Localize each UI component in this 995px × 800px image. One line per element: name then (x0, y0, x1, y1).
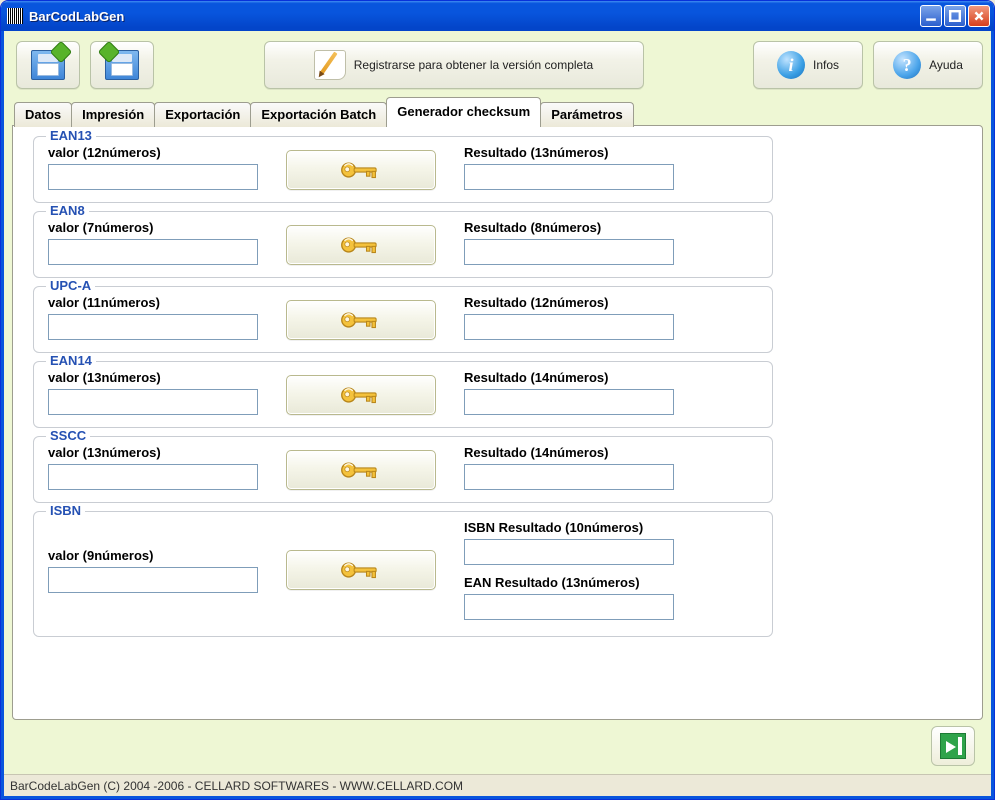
tab-panel-checksum: EAN13 valor (12números) Resultado (13núm… (12, 125, 983, 720)
ean13-result-input[interactable] (464, 164, 674, 190)
group-ean13: EAN13 valor (12números) Resultado (13núm… (33, 136, 773, 203)
isbn-valor-input[interactable] (48, 567, 258, 593)
help-button[interactable]: ? Ayuda (873, 41, 983, 89)
tab-datos[interactable]: Datos (14, 102, 72, 127)
group-title-isbn: ISBN (46, 503, 85, 518)
key-icon (339, 559, 383, 581)
key-icon (339, 234, 383, 256)
ean14-result-input[interactable] (464, 389, 674, 415)
group-title-ean14: EAN14 (46, 353, 96, 368)
infos-button[interactable]: i Infos (753, 41, 863, 89)
ean13-compute-button[interactable] (286, 150, 436, 190)
group-title-upca: UPC-A (46, 278, 95, 293)
key-icon (339, 459, 383, 481)
tabstrip: Datos Impresión Exportación Exportación … (12, 97, 983, 126)
maximize-button[interactable] (944, 5, 966, 27)
ean14-result-label: Resultado (14números) (464, 370, 674, 385)
upca-compute-button[interactable] (286, 300, 436, 340)
key-icon (339, 159, 383, 181)
ean8-valor-label: valor (7números) (48, 220, 258, 235)
window-title: BarCodLabGen (29, 9, 920, 24)
upca-valor-label: valor (11números) (48, 295, 258, 310)
exit-icon (940, 733, 966, 759)
isbn-compute-button[interactable] (286, 550, 436, 590)
upca-result-input[interactable] (464, 314, 674, 340)
ean8-valor-input[interactable] (48, 239, 258, 265)
group-title-sscc: SSCC (46, 428, 90, 443)
tab-generador-checksum[interactable]: Generador checksum (386, 97, 541, 126)
main-toolbar: Registrarse para obtener la versión comp… (12, 37, 983, 97)
titlebar: BarCodLabGen (1, 1, 994, 31)
info-icon: i (777, 51, 805, 79)
minimize-button[interactable] (920, 5, 942, 27)
isbn-valor-label: valor (9números) (48, 548, 258, 563)
sscc-result-label: Resultado (14números) (464, 445, 674, 460)
isbn-result-label: ISBN Resultado (10números) (464, 520, 674, 535)
client-area: Registrarse para obtener la versión comp… (1, 31, 994, 799)
app-window: BarCodLabGen (0, 0, 995, 800)
sscc-compute-button[interactable] (286, 450, 436, 490)
help-label: Ayuda (929, 58, 963, 72)
upca-valor-input[interactable] (48, 314, 258, 340)
status-text: BarCodeLabGen (C) 2004 -2006 - CELLARD S… (10, 779, 463, 793)
key-icon (339, 309, 383, 331)
group-title-ean8: EAN8 (46, 203, 89, 218)
isbn-result-input[interactable] (464, 539, 674, 565)
register-label: Registrarse para obtener la versión comp… (354, 58, 593, 72)
exit-button[interactable] (931, 726, 975, 766)
ean8-result-input[interactable] (464, 239, 674, 265)
ean13-valor-label: valor (12números) (48, 145, 258, 160)
ean14-valor-label: valor (13números) (48, 370, 258, 385)
sscc-valor-label: valor (13números) (48, 445, 258, 460)
statusbar: BarCodeLabGen (C) 2004 -2006 - CELLARD S… (4, 774, 991, 796)
open-button[interactable] (16, 41, 80, 89)
help-icon: ? (893, 51, 921, 79)
pencil-note-icon (314, 50, 346, 80)
sscc-valor-input[interactable] (48, 464, 258, 490)
register-button[interactable]: Registrarse para obtener la versión comp… (264, 41, 644, 89)
ean14-compute-button[interactable] (286, 375, 436, 415)
ean8-compute-button[interactable] (286, 225, 436, 265)
ean14-valor-input[interactable] (48, 389, 258, 415)
ean8-result-label: Resultado (8números) (464, 220, 674, 235)
infos-label: Infos (813, 58, 839, 72)
ean13-valor-input[interactable] (48, 164, 258, 190)
upca-result-label: Resultado (12números) (464, 295, 674, 310)
tab-parametros[interactable]: Parámetros (540, 102, 634, 127)
ean13-result-label: Resultado (13números) (464, 145, 674, 160)
sscc-result-input[interactable] (464, 464, 674, 490)
tab-exportacion-batch[interactable]: Exportación Batch (250, 102, 387, 127)
isbn-ean-result-label: EAN Resultado (13números) (464, 575, 674, 590)
group-ean8: EAN8 valor (7números) Resultado (8número… (33, 211, 773, 278)
group-title-ean13: EAN13 (46, 128, 96, 143)
app-icon (7, 8, 23, 24)
close-button[interactable] (968, 5, 990, 27)
floppy-save-icon (105, 50, 139, 80)
group-sscc: SSCC valor (13números) Resultado (14núme… (33, 436, 773, 503)
group-upca: UPC-A valor (11números) Resultado (12núm… (33, 286, 773, 353)
save-button[interactable] (90, 41, 154, 89)
key-icon (339, 384, 383, 406)
group-ean14: EAN14 valor (13números) Resultado (14núm… (33, 361, 773, 428)
group-isbn: ISBN valor (9números) ISBN Resultado (10… (33, 511, 773, 637)
tab-exportacion[interactable]: Exportación (154, 102, 251, 127)
bottom-action-row (12, 720, 983, 770)
tab-impresion[interactable]: Impresión (71, 102, 155, 127)
floppy-open-icon (31, 50, 65, 80)
isbn-ean-result-input[interactable] (464, 594, 674, 620)
